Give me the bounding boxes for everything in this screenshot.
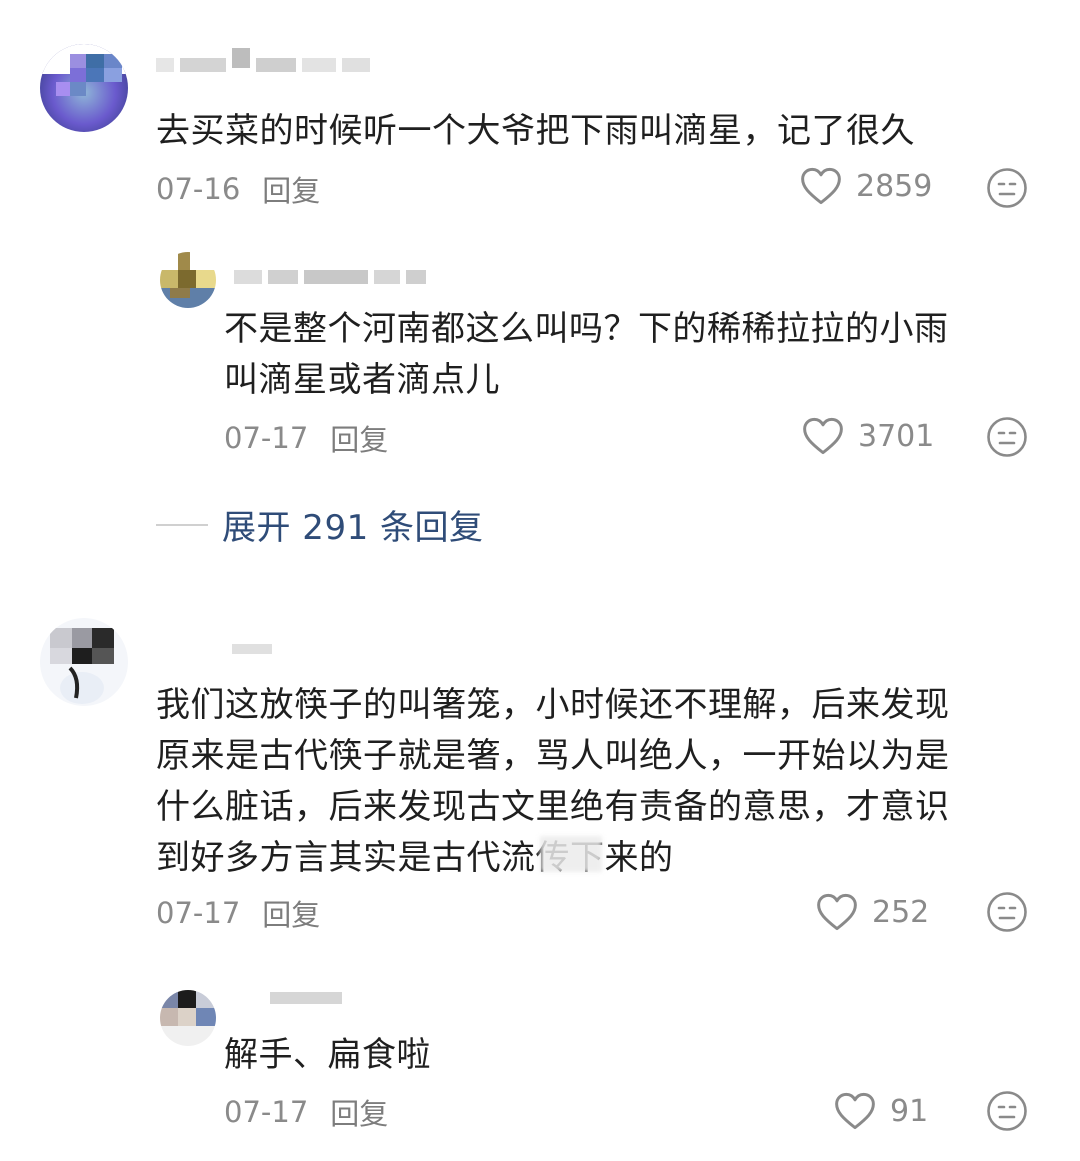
comment-date: 07-17: [156, 896, 241, 930]
like-button[interactable]: 91: [834, 1091, 928, 1131]
username-blurred[interactable]: [232, 644, 272, 654]
avatar[interactable]: [160, 990, 216, 1046]
reply-meta: 07-17 回复: [224, 417, 388, 459]
comment-date: 07-16: [156, 172, 241, 206]
heart-outline-icon: [835, 1092, 875, 1130]
like-button[interactable]: 3701: [802, 416, 934, 456]
reply-button[interactable]: 回复: [262, 168, 320, 210]
divider-line: [156, 523, 208, 526]
reply-date: 07-17: [224, 1095, 309, 1129]
image-smudge: [540, 836, 602, 872]
avatar[interactable]: [40, 618, 128, 706]
like-count: 3701: [858, 418, 935, 454]
heart-outline-icon: [817, 893, 857, 931]
reply-button[interactable]: 回复: [262, 892, 320, 934]
neutral-face-icon[interactable]: [986, 416, 1028, 458]
like-button[interactable]: 2859: [800, 166, 932, 206]
heart-outline-icon: [801, 167, 841, 205]
like-count: 91: [890, 1093, 929, 1129]
comment-text: 去买菜的时候听一个大爷把下雨叫滴星，记了很久: [156, 111, 915, 151]
expand-replies-button[interactable]: 展开 291 条回复: [156, 500, 484, 549]
reply-button[interactable]: 回复: [330, 417, 388, 459]
username-blurred[interactable]: [234, 270, 426, 284]
like-count: 252: [872, 894, 930, 930]
avatar[interactable]: [160, 252, 216, 308]
avatar[interactable]: [40, 44, 128, 132]
reply-button[interactable]: 回复: [330, 1091, 388, 1133]
neutral-face-icon[interactable]: [986, 891, 1028, 933]
username-blurred[interactable]: [270, 992, 342, 1004]
username-blurred[interactable]: [156, 48, 370, 72]
neutral-face-icon[interactable]: [986, 167, 1028, 209]
reply-text: 不是整个河南都这么叫吗？下的稀稀拉拉的小雨 叫滴星或者滴点儿: [224, 309, 949, 400]
comment-meta: 07-16 回复: [156, 168, 320, 210]
like-button[interactable]: 252: [816, 892, 929, 932]
expand-replies-label: 展开 291 条回复: [222, 508, 484, 548]
reply-date: 07-17: [224, 421, 309, 455]
heart-outline-icon: [803, 417, 843, 455]
reply-text: 解手、扁食啦: [224, 1035, 431, 1075]
like-count: 2859: [856, 168, 933, 204]
reply-meta: 07-17 回复: [224, 1091, 388, 1133]
neutral-face-icon[interactable]: [986, 1090, 1028, 1132]
comment-meta: 07-17 回复: [156, 892, 320, 934]
